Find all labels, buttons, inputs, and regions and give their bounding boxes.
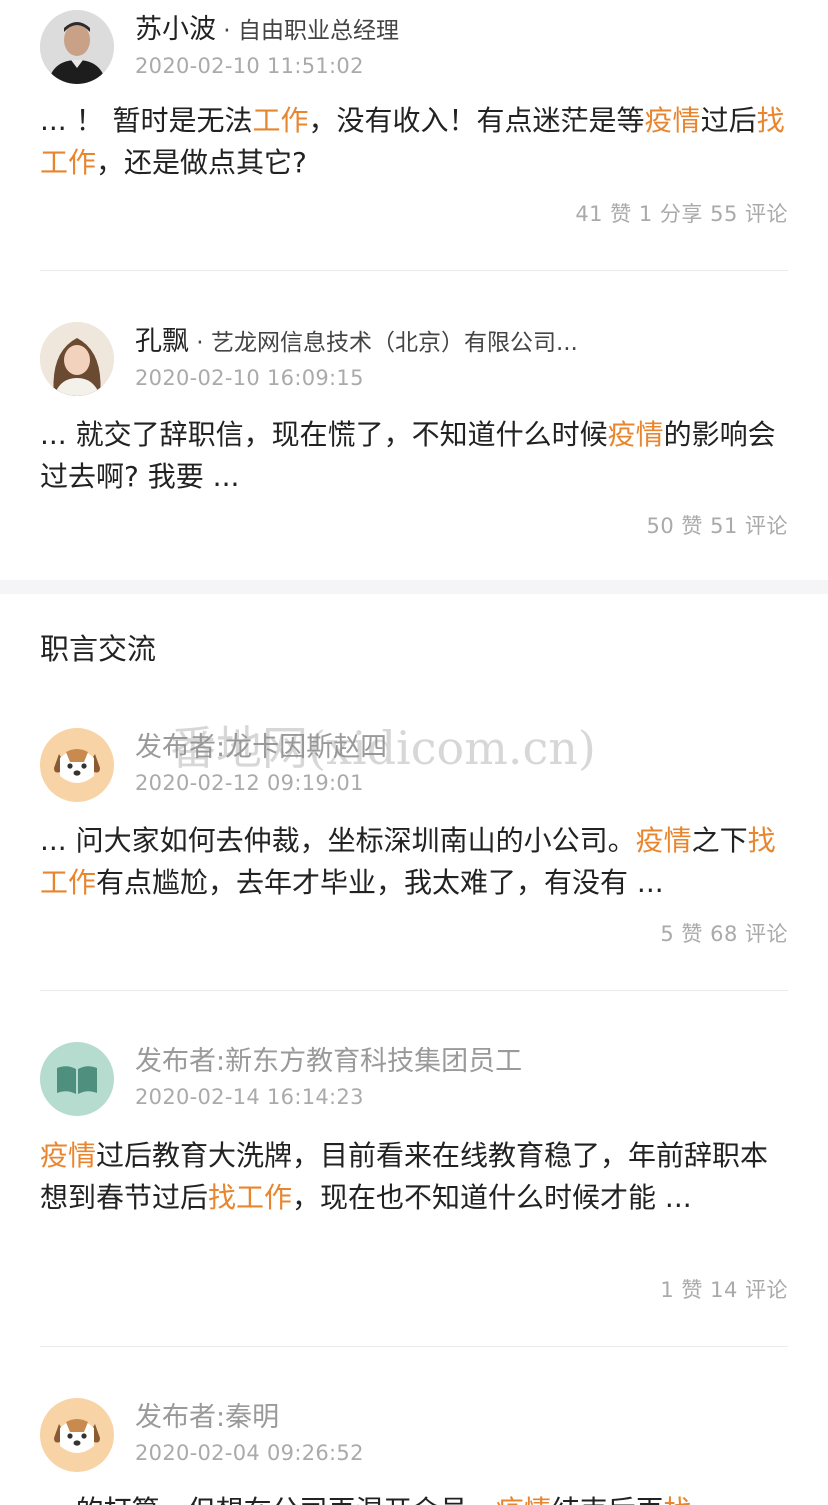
post-author: 发布者:新东方教育科技集团员工	[135, 1046, 523, 1077]
separator-dot: ·	[189, 330, 211, 356]
forum-post-card[interactable]: 发布者:龙卡因斯赵四 2020-02-12 09:19:01 ... 问大家如何…	[40, 728, 788, 958]
forum-post-card[interactable]: 发布者:秦明 2020-02-04 09:26:52 ... 的打算，但想在公司…	[40, 1398, 788, 1505]
highlighted-keyword: 找	[664, 1494, 692, 1505]
post-timestamp: 2020-02-04 09:26:52	[135, 1441, 364, 1465]
post-timestamp: 2020-02-10 11:51:02	[135, 54, 364, 78]
highlighted-keyword: 疫情	[40, 1139, 97, 1172]
user-name[interactable]: 孔飘	[135, 326, 189, 357]
post-timestamp: 2020-02-10 16:09:15	[135, 366, 364, 390]
highlighted-keyword: 疫情	[644, 104, 701, 137]
divider	[40, 990, 788, 991]
post-body[interactable]: ... 的打算，但想在公司再混开会员，疫情结束后再找	[40, 1490, 788, 1505]
dog-icon	[54, 1419, 100, 1453]
body-text: 过后	[700, 104, 757, 137]
post-card[interactable]: 孔飘 · 艺龙网信息技术（北京）有限公司... 2020-02-10 16:09…	[40, 322, 788, 538]
post-stats[interactable]: 1 赞 14 评论	[660, 1274, 788, 1304]
post-stats[interactable]: 41 赞 1 分享 55 评论	[575, 198, 788, 228]
forum-post-card[interactable]: 发布者:新东方教育科技集团员工 2020-02-14 16:14:23 疫情过后…	[40, 1042, 788, 1312]
body-text: ... 的打算，但想在公司再混开会员，	[40, 1494, 496, 1505]
body-text: ... ！ 暂时是无法	[40, 104, 253, 137]
body-text: 之下	[691, 824, 748, 857]
anon-avatar	[40, 1042, 114, 1116]
post-card[interactable]: 苏小波 · 自由职业总经理 2020-02-10 11:51:02 ... ！ …	[40, 10, 788, 226]
divider	[40, 1346, 788, 1347]
anon-avatar	[40, 728, 114, 802]
dog-icon	[54, 749, 100, 783]
post-body[interactable]: 疫情过后教育大洗牌，目前看来在线教育稳了，年前辞职本想到春节过后找工作，现在也不…	[40, 1135, 788, 1219]
user-title: 艺龙网信息技术（北京）有限公司...	[210, 330, 578, 356]
post-author: 发布者:龙卡因斯赵四	[135, 732, 388, 763]
post-stats[interactable]: 5 赞 68 评论	[660, 918, 788, 948]
user-title: 自由职业总经理	[237, 18, 399, 44]
body-text: ，没有收入！有点迷茫是等	[308, 104, 645, 137]
user-avatar[interactable]	[40, 10, 114, 84]
body-text: ... 问大家如何去仲裁，坐标深圳南山的小公司。	[40, 824, 636, 857]
body-text: ，现在也不知道什么时候才能 ...	[292, 1181, 692, 1214]
post-body[interactable]: ... ！ 暂时是无法工作，没有收入！有点迷茫是等疫情过后找工作，还是做点其它?	[40, 100, 788, 184]
highlighted-keyword: 找工作	[208, 1181, 293, 1214]
post-body[interactable]: ... 问大家如何去仲裁，坐标深圳南山的小公司。疫情之下找工作有点尴尬，去年才毕…	[40, 820, 788, 904]
highlighted-keyword: 疫情	[607, 418, 664, 451]
post-stats[interactable]: 50 赞 51 评论	[647, 510, 788, 540]
body-text: 有点尴尬，去年才毕业，我太难了，有没有 ...	[96, 866, 664, 899]
body-text: ，还是做点其它?	[96, 146, 307, 179]
anon-avatar	[40, 1398, 114, 1472]
user-avatar[interactable]	[40, 322, 114, 396]
section-gap	[0, 580, 828, 594]
highlighted-keyword: 疫情	[496, 1494, 552, 1505]
separator-dot: ·	[216, 18, 238, 44]
highlighted-keyword: 工作	[252, 104, 309, 137]
section-title: 职言交流	[40, 632, 157, 666]
person-photo-icon	[40, 322, 114, 396]
person-photo-icon	[40, 10, 114, 84]
user-name[interactable]: 苏小波	[135, 14, 216, 45]
post-timestamp: 2020-02-14 16:14:23	[135, 1085, 364, 1109]
post-body[interactable]: ... 就交了辞职信，现在慌了，不知道什么时候疫情的影响会过去啊? 我要 ...	[40, 414, 788, 498]
highlighted-keyword: 疫情	[635, 824, 692, 857]
post-author: 发布者:秦明	[135, 1402, 280, 1433]
divider	[40, 270, 788, 271]
book-icon	[57, 1066, 97, 1094]
post-timestamp: 2020-02-12 09:19:01	[135, 771, 364, 795]
body-text: ... 就交了辞职信，现在慌了，不知道什么时候	[40, 418, 608, 451]
body-text: 结束后再	[552, 1494, 664, 1505]
